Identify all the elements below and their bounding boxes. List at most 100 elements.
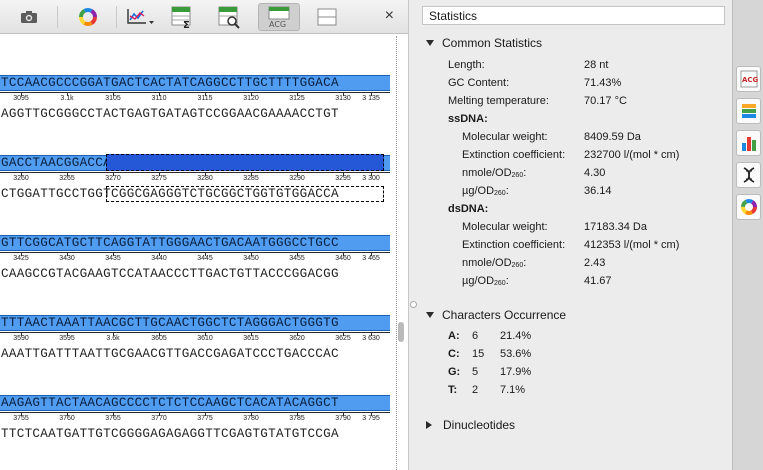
statistics-title-field[interactable]: Statistics bbox=[422, 6, 725, 25]
ruler-tick-label: 3265 bbox=[59, 175, 75, 182]
reverse-strand[interactable]: AGGTTGCGGGCCTACTGAGTGATAGTCCGGAACGAAAACC… bbox=[0, 106, 392, 122]
reverse-strand[interactable]: CAAGCCGTACGAAGTCCATAACCCTTGACTGTTACCCGGA… bbox=[0, 266, 392, 282]
characters-occurrence-header[interactable]: Characters Occurrence bbox=[426, 308, 566, 322]
collapse-triangle-icon bbox=[426, 312, 434, 318]
characters-occurrence-title: Characters Occurrence bbox=[442, 308, 567, 322]
ruler-tick-label: 3120 bbox=[243, 95, 259, 102]
reverse-strand[interactable]: AAATTGATTTAATTGCGAACGTTGACCGAGATCCCTGACC… bbox=[0, 346, 392, 362]
char-base-label: T: bbox=[448, 384, 458, 396]
char-count: 5 bbox=[472, 366, 479, 378]
ruler-tick-label: 3 135 bbox=[362, 95, 380, 102]
sequence-block: TCCAACGCCCGGATGACTCACTATCAGGCCTTGCTTTTGG… bbox=[0, 75, 392, 145]
forward-strand[interactable]: TTTAACTAAATTAACGCTTGCAACTGGCTCTAGGGACTGG… bbox=[0, 315, 390, 331]
dsdna-nmole-label: nmole/OD260: bbox=[462, 257, 527, 269]
dsdna-mw-label: Molecular weight: bbox=[462, 221, 548, 233]
camera-icon[interactable] bbox=[10, 3, 48, 31]
ruler-tick-label: 3440 bbox=[151, 255, 167, 262]
ruler-tick-label: 3270 bbox=[105, 175, 121, 182]
dsdna-ug-value: 41.67 bbox=[584, 275, 612, 287]
char-percent: 53.6% bbox=[500, 348, 532, 360]
sequence-block: AAGAGTTACTAACAGCCCCTCTCTCCAAGCTCACATACAG… bbox=[0, 395, 392, 465]
char-count: 15 bbox=[472, 348, 485, 360]
ruler-tick-label: 3095 bbox=[13, 95, 29, 102]
scroll-guide bbox=[396, 36, 397, 470]
toolbar-separator bbox=[116, 6, 117, 28]
expand-triangle-icon bbox=[426, 421, 432, 429]
ruler-tick-label: 3770 bbox=[151, 415, 167, 422]
statistics-panel: Statistics Common Statistics Length: 28 … bbox=[410, 0, 732, 470]
ssdna-ug-value: 36.14 bbox=[584, 185, 612, 197]
split-view-icon[interactable] bbox=[308, 3, 346, 31]
position-ruler: 3755 3760 3765 3770 3775 3780 3785 3790 3 795 bbox=[0, 412, 390, 424]
ruler-tick-label: 3115 bbox=[197, 95, 213, 102]
splitter-handle[interactable] bbox=[410, 301, 417, 308]
char-percent: 21.4% bbox=[500, 330, 532, 342]
ruler-tick-label: 3105 bbox=[105, 95, 121, 102]
char-base-label: G: bbox=[448, 366, 461, 378]
toolbar-separator bbox=[57, 6, 58, 28]
dna-helix-icon[interactable] bbox=[736, 162, 761, 188]
ruler-tick-label: 3765 bbox=[105, 415, 121, 422]
ruler-tick-label: 3 795 bbox=[362, 415, 380, 422]
dinucleotides-title: Dinucleotides bbox=[443, 418, 516, 432]
svg-text:ACG: ACG bbox=[269, 20, 286, 29]
ruler-tick-label: 3610 bbox=[197, 335, 213, 342]
position-ruler: 3590 3595 3.6k 3605 3610 3615 3620 3625 3 630 bbox=[0, 332, 390, 344]
ruler-tick-label: 3125 bbox=[289, 95, 305, 102]
ruler-tick-label: 3625 bbox=[335, 335, 351, 342]
ruler-tick-label: 3455 bbox=[289, 255, 305, 262]
graph-dropdown-icon[interactable] bbox=[120, 3, 160, 31]
forward-strand[interactable]: TCCAACGCCCGGATGACTCACTATCAGGCCTTGCTTTTGG… bbox=[0, 75, 390, 91]
ruler-tick-label: 3435 bbox=[105, 255, 121, 262]
acg-statistics-icon[interactable]: ACG bbox=[258, 3, 300, 31]
dsdna-nmole-value: 2.43 bbox=[584, 257, 606, 269]
sequence-view: Σ ACG × TCCAACGCCCGGATGACTCACTATCAGGCCTT… bbox=[0, 0, 409, 470]
gc-content-label: GC Content: bbox=[448, 77, 510, 89]
selection-forward[interactable] bbox=[106, 154, 384, 171]
ruler-tick-label: 3790 bbox=[335, 415, 351, 422]
gc-content-value: 71.43% bbox=[584, 77, 622, 89]
svg-text:Σ: Σ bbox=[183, 20, 190, 29]
dsdna-heading: dsDNA: bbox=[448, 203, 489, 215]
ruler-tick-label: 3260 bbox=[13, 175, 29, 182]
color-wheel-icon[interactable] bbox=[736, 194, 761, 220]
ruler-tick-label: 3 300 bbox=[362, 175, 380, 182]
color-wheel-icon[interactable] bbox=[69, 3, 107, 31]
ruler-tick-label: 3590 bbox=[13, 335, 29, 342]
length-value: 28 nt bbox=[584, 59, 609, 71]
reverse-strand[interactable]: TTCTCAATGATTGTCGGGGAGAGAGGTTCGAGTGTATGTC… bbox=[0, 426, 392, 442]
char-base-label: C: bbox=[448, 348, 460, 360]
common-statistics-header[interactable]: Common Statistics bbox=[426, 36, 542, 50]
common-statistics-title: Common Statistics bbox=[442, 36, 543, 50]
ruler-line bbox=[0, 172, 390, 173]
dsdna-ext-label: Extinction coefficient: bbox=[462, 239, 566, 251]
ssdna-ug-label: µg/OD260: bbox=[462, 185, 509, 197]
bar-chart-icon[interactable] bbox=[736, 130, 761, 156]
forward-strand[interactable]: GTTCGGCATGCTTCAGGTATTGGGAACTGACAATGGGCCT… bbox=[0, 235, 390, 251]
ruler-tick-label: 3280 bbox=[197, 175, 213, 182]
zoom-region-icon[interactable] bbox=[210, 3, 248, 31]
sum-statistics-icon[interactable]: Σ bbox=[163, 3, 201, 31]
ruler-tick-label: 3.6k bbox=[106, 335, 120, 342]
ssdna-mw-value: 8409.59 Da bbox=[584, 131, 641, 143]
annotations-icon[interactable] bbox=[736, 98, 761, 124]
close-icon[interactable]: × bbox=[385, 8, 394, 24]
dinucleotides-header[interactable]: Dinucleotides bbox=[426, 418, 515, 432]
dsdna-mw-value: 17183.34 Da bbox=[584, 221, 647, 233]
ruler-tick-label: 3450 bbox=[243, 255, 259, 262]
ssdna-nmole-label: nmole/OD260: bbox=[462, 167, 527, 179]
ruler-tick-label: 3430 bbox=[59, 255, 75, 262]
ruler-tick-label: 3460 bbox=[335, 255, 351, 262]
char-count: 2 bbox=[472, 384, 479, 396]
ruler-tick-label: 3780 bbox=[243, 415, 259, 422]
acg-statistics-icon[interactable]: ACG bbox=[736, 66, 761, 92]
selection-reverse[interactable] bbox=[106, 186, 384, 202]
ruler-tick-label: 3760 bbox=[59, 415, 75, 422]
ssdna-mw-label: Molecular weight: bbox=[462, 131, 548, 143]
ruler-line bbox=[0, 332, 390, 333]
ruler-tick-label: 3.1k bbox=[60, 95, 74, 102]
scroll-handle[interactable] bbox=[398, 322, 404, 342]
forward-strand[interactable]: AAGAGTTACTAACAGCCCCTCTCTCCAAGCTCACATACAG… bbox=[0, 395, 390, 411]
melting-temp-value: 70.17 °C bbox=[584, 95, 627, 107]
ruler-tick-label: 3130 bbox=[335, 95, 351, 102]
